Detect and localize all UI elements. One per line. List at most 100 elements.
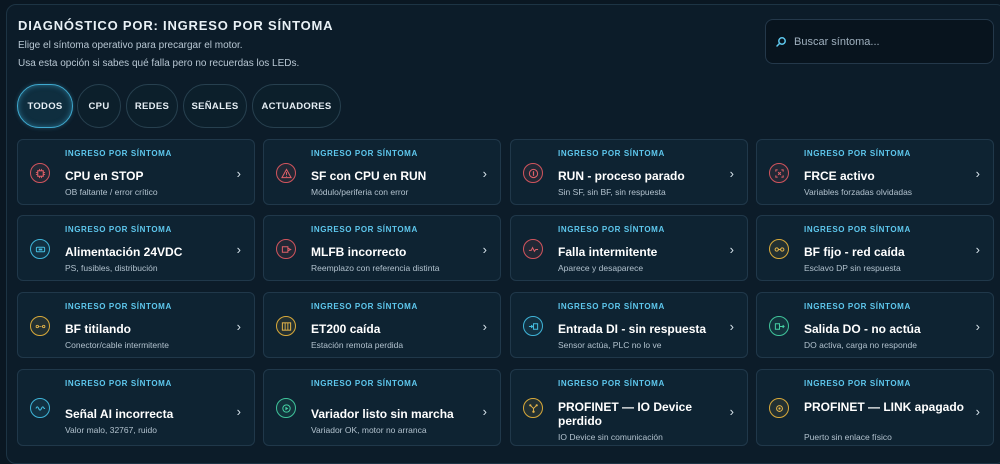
symptom-card-profinet-link[interactable]: INGRESO POR SÍNTOMA PROFINET — LINK apag… — [756, 369, 994, 446]
card-description: Puerto sin enlace físico — [804, 432, 892, 442]
card-title: Salida DO - no actúa — [804, 322, 921, 336]
tab-todos[interactable]: TODOS — [17, 84, 73, 128]
symptom-card-variador[interactable]: INGRESO POR SÍNTOMA Variador listo sin m… — [263, 369, 501, 446]
card-description: OB faltante / error crítico — [65, 187, 158, 197]
symptom-card-sf-run[interactable]: INGRESO POR SÍNTOMA SF con CPU en RUN Mó… — [263, 139, 501, 205]
card-kicker: INGRESO POR SÍNTOMA — [558, 149, 665, 158]
tab-actuadores[interactable]: ACTUADORES — [252, 84, 341, 128]
card-title: RUN - proceso parado — [558, 169, 685, 183]
wave-icon — [30, 398, 50, 418]
card-kicker: INGRESO POR SÍNTOMA — [804, 302, 911, 311]
chevron-right-icon: › — [236, 242, 241, 257]
chevron-right-icon: › — [236, 404, 241, 419]
chevron-right-icon: › — [729, 166, 734, 181]
chevron-right-icon: › — [482, 242, 487, 257]
page-title: DIAGNÓSTICO POR: INGRESO POR SÍNTOMA — [18, 18, 334, 33]
card-description: Reemplazo con referencia distinta — [311, 263, 440, 273]
module-swap-icon — [276, 239, 296, 259]
card-kicker: INGRESO POR SÍNTOMA — [804, 379, 911, 388]
card-title: SF con CPU en RUN — [311, 169, 427, 183]
card-kicker: INGRESO POR SÍNTOMA — [804, 225, 911, 234]
chevron-right-icon: › — [482, 319, 487, 334]
symptom-card-24vdc[interactable]: INGRESO POR SÍNTOMA Alimentación 24VDC P… — [17, 215, 255, 281]
chevron-right-icon: › — [975, 404, 980, 419]
symptom-card-profinet-device[interactable]: INGRESO POR SÍNTOMA PROFINET — IO Device… — [510, 369, 748, 446]
card-kicker: INGRESO POR SÍNTOMA — [311, 149, 418, 158]
card-kicker: INGRESO POR SÍNTOMA — [558, 379, 665, 388]
force-icon — [769, 163, 789, 183]
card-kicker: INGRESO POR SÍNTOMA — [311, 225, 418, 234]
symptom-card-salida-do[interactable]: INGRESO POR SÍNTOMA Salida DO - no actúa… — [756, 292, 994, 358]
chevron-right-icon: › — [729, 319, 734, 334]
card-description: Módulo/periferia con error — [311, 187, 409, 197]
chevron-right-icon: › — [236, 166, 241, 181]
card-title: BF fijo - red caída — [804, 245, 905, 259]
card-title: MLFB incorrecto — [311, 245, 407, 259]
card-description: Sensor actúa, PLC no lo ve — [558, 340, 662, 350]
card-title: CPU en STOP — [65, 169, 144, 183]
chevron-right-icon: › — [975, 242, 980, 257]
card-title: Entrada DI - sin respuesta — [558, 322, 707, 336]
card-kicker: INGRESO POR SÍNTOMA — [65, 302, 172, 311]
card-description: Conector/cable intermitente — [65, 340, 169, 350]
symptom-card-entrada-di[interactable]: INGRESO POR SÍNTOMA Entrada DI - sin res… — [510, 292, 748, 358]
cpu-icon — [30, 163, 50, 183]
chevron-right-icon: › — [236, 319, 241, 334]
symptom-card-intermitente[interactable]: INGRESO POR SÍNTOMA Falla intermitente A… — [510, 215, 748, 281]
motor-icon — [276, 398, 296, 418]
search-input[interactable] — [794, 35, 984, 48]
card-title: FRCE activo — [804, 169, 875, 183]
connector-icon — [30, 316, 50, 336]
output-icon — [769, 316, 789, 336]
tab-senales[interactable]: SEÑALES — [183, 84, 247, 128]
battery-icon — [30, 239, 50, 259]
search-box[interactable] — [765, 19, 994, 64]
card-title: Variador listo sin marcha — [311, 407, 454, 421]
card-kicker: INGRESO POR SÍNTOMA — [311, 379, 418, 388]
warning-icon — [276, 163, 296, 183]
card-title: BF titilando — [65, 322, 131, 336]
card-description: DO activa, carga no responde — [804, 340, 917, 350]
tab-redes[interactable]: REDES — [126, 84, 178, 128]
tab-cpu[interactable]: CPU — [77, 84, 121, 128]
card-description: Estación remota perdida — [311, 340, 404, 350]
card-description: Sin SF, sin BF, sin respuesta — [558, 187, 666, 197]
card-description: Aparece y desaparece — [558, 263, 644, 273]
chevron-right-icon: › — [482, 404, 487, 419]
rack-icon — [276, 316, 296, 336]
card-description: Esclavo DP sin respuesta — [804, 263, 901, 273]
card-kicker: INGRESO POR SÍNTOMA — [558, 302, 665, 311]
chevron-right-icon: › — [482, 166, 487, 181]
chevron-right-icon: › — [975, 166, 980, 181]
symptom-card-bf-titilando[interactable]: INGRESO POR SÍNTOMA BF titilando Conecto… — [17, 292, 255, 358]
card-description: IO Device sin comunicación — [558, 432, 663, 442]
input-icon — [523, 316, 543, 336]
card-title: PROFINET — IO Device perdido — [558, 400, 693, 428]
card-kicker: INGRESO POR SÍNTOMA — [65, 225, 172, 234]
card-kicker: INGRESO POR SÍNTOMA — [65, 379, 172, 388]
pulse-icon — [523, 239, 543, 259]
subtitle-primary: Elige el síntoma operativo para precarga… — [18, 40, 243, 51]
card-title: PROFINET — LINK apagado — [804, 400, 965, 414]
card-title: Alimentación 24VDC — [65, 245, 183, 259]
network-icon — [523, 398, 543, 418]
card-description: Variador OK, motor no arranca — [311, 425, 427, 435]
subtitle-secondary: Usa esta opción si sabes qué falla pero … — [18, 58, 300, 69]
link-icon — [769, 239, 789, 259]
card-kicker: INGRESO POR SÍNTOMA — [804, 149, 911, 158]
symptom-card-mlfb[interactable]: INGRESO POR SÍNTOMA MLFB incorrecto Reem… — [263, 215, 501, 281]
card-description: Variables forzadas olvidadas — [804, 187, 913, 197]
symptom-card-run-parado[interactable]: INGRESO POR SÍNTOMA RUN - proceso parado… — [510, 139, 748, 205]
symptom-card-cpu-stop[interactable]: INGRESO POR SÍNTOMA CPU en STOP OB falta… — [17, 139, 255, 205]
symptom-card-senal-ai[interactable]: INGRESO POR SÍNTOMA Señal AI incorrecta … — [17, 369, 255, 446]
port-icon — [769, 398, 789, 418]
chevron-right-icon: › — [729, 404, 734, 419]
card-title: Señal AI incorrecta — [65, 407, 174, 421]
card-kicker: INGRESO POR SÍNTOMA — [65, 149, 172, 158]
diagnostic-panel: DIAGNÓSTICO POR: INGRESO POR SÍNTOMA Eli… — [6, 4, 1000, 464]
symptom-card-bf-fijo[interactable]: INGRESO POR SÍNTOMA BF fijo - red caída … — [756, 215, 994, 281]
card-kicker: INGRESO POR SÍNTOMA — [311, 302, 418, 311]
search-icon — [776, 36, 786, 47]
symptom-card-frce[interactable]: INGRESO POR SÍNTOMA FRCE activo Variable… — [756, 139, 994, 205]
symptom-card-et200[interactable]: INGRESO POR SÍNTOMA ET200 caída Estación… — [263, 292, 501, 358]
